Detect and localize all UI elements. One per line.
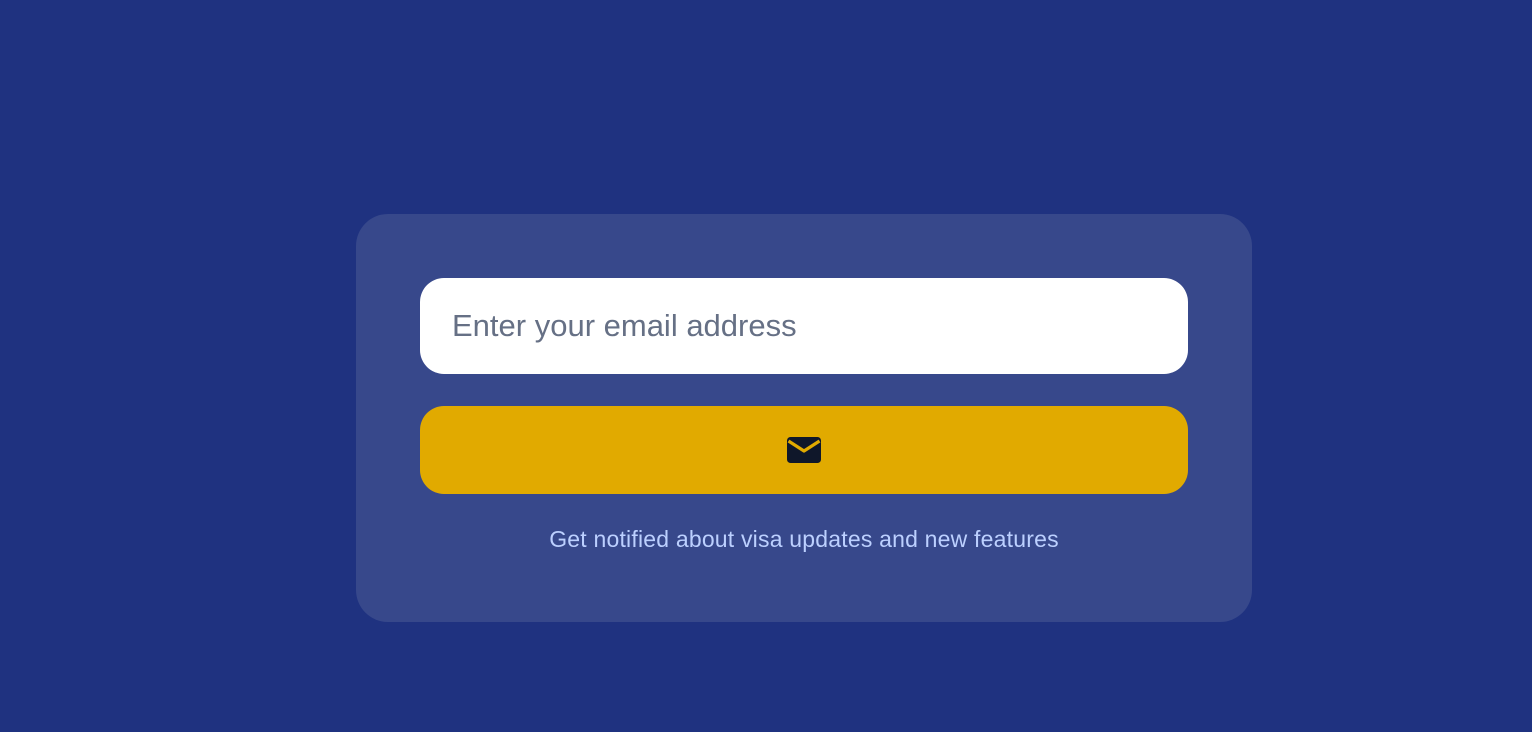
signup-card: Get notified about visa updates and new … [356, 214, 1252, 622]
subscribe-button[interactable] [420, 406, 1188, 494]
email-input[interactable] [420, 278, 1188, 374]
notification-caption: Get notified about visa updates and new … [549, 526, 1059, 552]
mail-icon [787, 437, 821, 463]
